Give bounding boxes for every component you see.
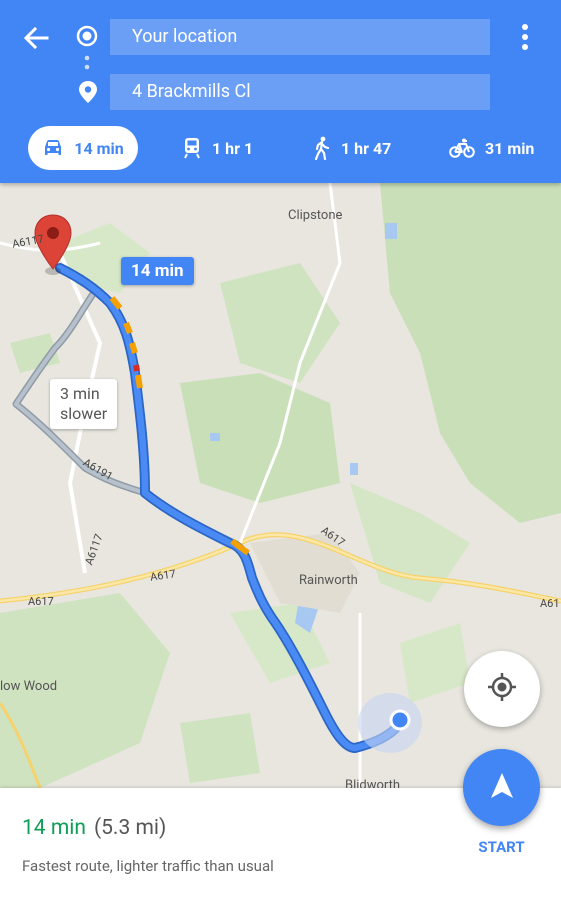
navigation-arrow-icon <box>488 771 516 805</box>
road-label-a617-west: A617 <box>28 595 54 608</box>
more-options-icon[interactable] <box>510 22 540 52</box>
route-time-callout[interactable]: 14 min <box>121 257 194 285</box>
alternate-route-note: slower <box>60 404 108 423</box>
place-label-rainworth: Rainworth <box>299 573 358 588</box>
start-navigation-button[interactable] <box>463 749 540 826</box>
place-label-blidworth: Blidworth <box>345 778 401 788</box>
mode-tab-walking[interactable]: 1 hr 47 <box>313 126 391 170</box>
car-icon <box>42 139 64 157</box>
route-description: Fastest route, lighter traffic than usua… <box>22 857 274 875</box>
route-duration: 14 min <box>22 816 86 840</box>
green-area <box>180 713 260 783</box>
route-connector-dots <box>84 55 90 75</box>
mode-label-cycling: 31 min <box>485 138 535 158</box>
place-label-low-wood: low Wood <box>0 679 58 694</box>
traffic-segment <box>133 364 140 372</box>
alternate-route-delay: 3 min <box>60 384 100 403</box>
back-arrow-icon[interactable] <box>18 20 54 56</box>
mode-label-driving: 14 min <box>74 138 124 158</box>
water-area <box>210 433 220 441</box>
destination-pin-icon <box>77 80 99 104</box>
travel-mode-tabs: 14 min 1 hr 1 1 hr 47 31 min <box>0 122 561 172</box>
crosshair-icon <box>487 672 517 706</box>
directions-header: Your location 4 Brackmills Cl 14 min 1 h… <box>0 0 561 183</box>
destination-input[interactable]: 4 Brackmills Cl <box>110 74 490 110</box>
mode-tab-transit[interactable]: 1 hr 1 <box>182 126 253 170</box>
start-label[interactable]: START <box>463 838 540 856</box>
water-area <box>385 223 397 239</box>
route-eta: 14 min (5.3 mi) <box>22 816 166 840</box>
route-distance: (5.3 mi) <box>93 816 167 840</box>
traffic-segment <box>129 342 138 354</box>
road-label-a61: A61 <box>540 597 560 610</box>
train-icon <box>182 137 202 159</box>
my-location-button[interactable] <box>464 651 540 727</box>
traffic-segment <box>135 374 143 389</box>
origin-dot-icon <box>75 24 99 48</box>
water-area <box>350 463 358 475</box>
origin-input[interactable]: Your location <box>110 19 490 55</box>
alternate-route-callout[interactable]: 3 min slower <box>50 379 118 429</box>
current-location-dot <box>389 709 411 731</box>
walk-icon <box>313 136 331 160</box>
bike-icon <box>449 138 475 158</box>
traffic-segment <box>123 321 133 335</box>
place-label-clipstone: Clipstone <box>288 208 343 223</box>
mode-label-walking: 1 hr 47 <box>341 138 392 158</box>
mode-label-transit: 1 hr 1 <box>212 138 254 158</box>
mode-tab-driving[interactable]: 14 min <box>28 126 138 170</box>
mode-tab-cycling[interactable]: 31 min <box>449 126 534 170</box>
